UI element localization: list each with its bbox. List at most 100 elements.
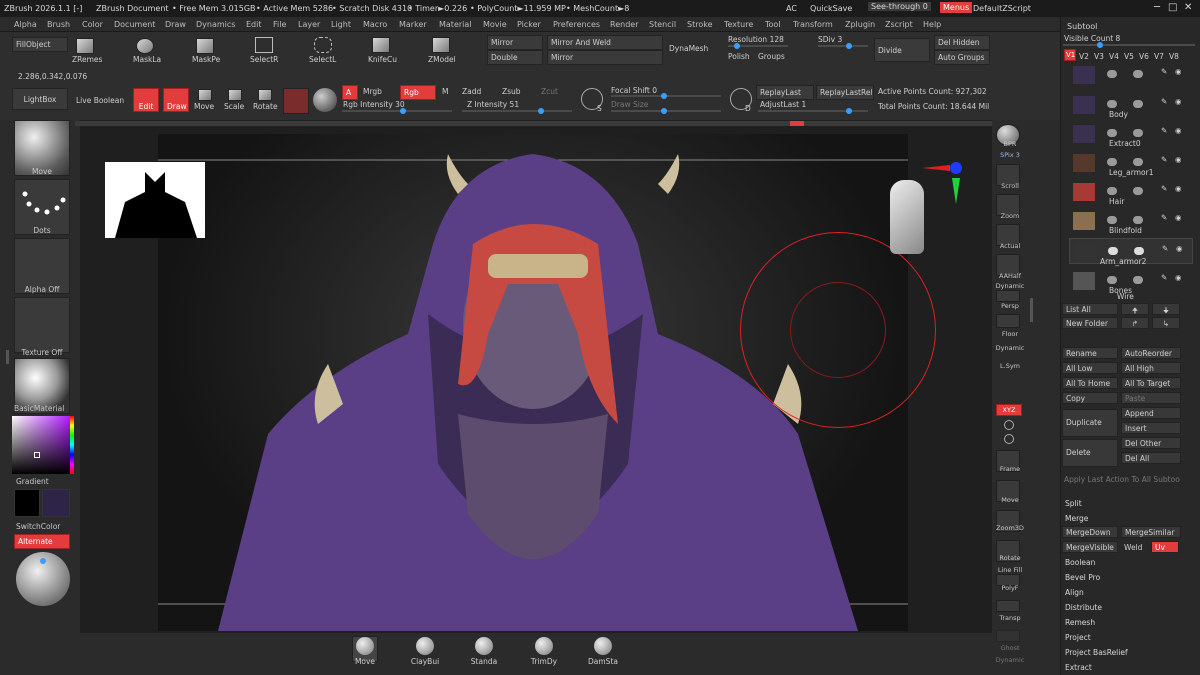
mergedown-button[interactable]: MergeDown <box>1062 526 1118 538</box>
new-folder-button[interactable]: New Folder <box>1062 317 1118 329</box>
menu-movie[interactable]: Movie <box>483 20 507 29</box>
color-picker[interactable] <box>12 416 70 474</box>
version-v5[interactable]: V5 <box>1124 52 1134 61</box>
autoreorder-button[interactable]: AutoReorder <box>1121 347 1181 359</box>
zmodeler-icon[interactable] <box>432 37 450 53</box>
subtool-row[interactable]: Extract0 ✎ ◉ <box>1069 121 1193 148</box>
menus-button[interactable]: Menus <box>940 2 973 13</box>
mirror-and-weld-button[interactable]: Mirror And Weld <box>547 35 663 50</box>
menu-alpha[interactable]: Alpha <box>14 20 37 29</box>
knife-curve-icon[interactable] <box>372 37 390 53</box>
all-to-target-button[interactable]: All To Target <box>1121 377 1181 389</box>
subtool-row[interactable]: Blindfold ✎ ◉ <box>1069 208 1193 235</box>
live-boolean-button[interactable]: Live Boolean <box>76 96 124 105</box>
project-section[interactable]: Project <box>1065 633 1091 642</box>
menu-help[interactable]: Help <box>923 20 941 29</box>
list-all-button[interactable]: List All <box>1062 303 1118 315</box>
apply-last-action-button[interactable]: Apply Last Action To All Subtoo <box>1064 475 1180 484</box>
toggle-icon[interactable] <box>1108 247 1118 255</box>
select-rect-icon[interactable] <box>255 37 273 53</box>
extract-section[interactable]: Extract <box>1065 663 1092 672</box>
z-intensity-slider[interactable]: Z Intensity 51 <box>467 100 519 109</box>
subtool-row[interactable]: ✎ ◉ <box>1069 62 1193 88</box>
polish-button[interactable]: Polish <box>728 52 750 61</box>
menu-macro[interactable]: Macro <box>363 20 387 29</box>
rotate-mode-button[interactable]: Rotate <box>253 102 278 111</box>
damstandard-brush-icon[interactable] <box>594 637 612 655</box>
zadd-button[interactable]: Zadd <box>462 87 481 96</box>
adjust-last-slider[interactable]: AdjustLast 1 <box>760 100 806 109</box>
all-high-button[interactable]: All High <box>1121 362 1181 374</box>
toggle-icon[interactable] <box>1107 129 1117 137</box>
zcut-button[interactable]: Zcut <box>541 87 558 96</box>
mirror-button[interactable]: Mirror <box>487 35 543 50</box>
uv-button[interactable]: Uv <box>1151 541 1179 553</box>
color-sphere-icon[interactable] <box>313 88 337 112</box>
mask-lasso-icon[interactable] <box>136 38 154 54</box>
del-all-button[interactable]: Del All <box>1121 452 1181 464</box>
bevel-pro-section[interactable]: Bevel Pro <box>1065 573 1100 582</box>
delete-button[interactable]: Delete <box>1062 439 1118 467</box>
toggle-icon[interactable] <box>1133 158 1143 166</box>
hue-strip[interactable] <box>70 416 74 474</box>
toggle-icon[interactable] <box>1107 70 1117 78</box>
visible-count-track[interactable] <box>1063 42 1195 48</box>
toggle-icon[interactable] <box>1133 276 1143 284</box>
copy-button[interactable]: Copy <box>1062 392 1118 404</box>
menu-render[interactable]: Render <box>610 20 638 29</box>
mergesimilar-button[interactable]: MergeSimilar <box>1121 526 1181 538</box>
sdiv-track[interactable] <box>818 43 868 49</box>
menu-brush[interactable]: Brush <box>47 20 70 29</box>
boolean-section[interactable]: Boolean <box>1065 558 1095 567</box>
brush-icon[interactable]: ✎ <box>1161 273 1167 282</box>
menu-texture[interactable]: Texture <box>724 20 753 29</box>
select-lasso-icon[interactable] <box>314 37 332 53</box>
toggle-icon[interactable] <box>1107 100 1117 108</box>
menu-zplugin[interactable]: Zplugin <box>845 20 875 29</box>
insert-button[interactable]: Insert <box>1121 422 1181 434</box>
eye-icon[interactable]: ◉ <box>1175 126 1182 135</box>
version-v2[interactable]: V2 <box>1079 52 1089 61</box>
distribute-section[interactable]: Distribute <box>1065 603 1102 612</box>
project-basrelief-section[interactable]: Project BasRelief <box>1065 648 1128 657</box>
brush-icon[interactable]: ✎ <box>1162 244 1168 253</box>
claybuildup-brush-icon[interactable] <box>416 637 434 655</box>
transp-button[interactable] <box>996 600 1020 612</box>
standard-brush-icon[interactable] <box>475 637 493 655</box>
matcap-sphere[interactable] <box>16 552 70 606</box>
del-hidden-button[interactable]: Del Hidden <box>934 35 990 50</box>
toggle-icon[interactable] <box>1107 158 1117 166</box>
remesh-section[interactable]: Remesh <box>1065 618 1095 627</box>
orientation-head-icon[interactable] <box>890 180 924 254</box>
eye-icon[interactable]: ◉ <box>1176 244 1183 253</box>
quicksave-button[interactable]: QuickSave <box>810 4 852 13</box>
brush-icon[interactable]: ✎ <box>1161 213 1167 222</box>
version-v3[interactable]: V3 <box>1094 52 1104 61</box>
scale-mode-button[interactable]: Scale <box>224 102 244 111</box>
eye-icon[interactable]: ◉ <box>1175 213 1182 222</box>
version-v6[interactable]: V6 <box>1139 52 1149 61</box>
default-zscript[interactable]: DefaultZScript <box>973 4 1031 13</box>
version-v4[interactable]: V4 <box>1109 52 1119 61</box>
menu-document[interactable]: Document <box>114 20 155 29</box>
split-section[interactable]: Split <box>1065 499 1082 508</box>
gizmo-z-axis[interactable] <box>950 162 962 174</box>
menu-light[interactable]: Light <box>331 20 351 29</box>
toggle-icon[interactable] <box>1133 100 1143 108</box>
eye-icon[interactable]: ◉ <box>1175 273 1182 282</box>
groups-button[interactable]: Groups <box>758 52 785 61</box>
divide-button[interactable]: Divide <box>874 38 930 62</box>
menu-draw[interactable]: Draw <box>165 20 186 29</box>
eye-icon[interactable]: ◉ <box>1175 184 1182 193</box>
append-button[interactable]: Append <box>1121 407 1181 419</box>
menu-picker[interactable]: Picker <box>517 20 541 29</box>
subtool-name-wire[interactable]: Wire <box>1117 292 1134 301</box>
version-v7[interactable]: V7 <box>1154 52 1164 61</box>
adjust-last-track[interactable] <box>758 108 868 114</box>
menu-material[interactable]: Material <box>439 20 472 29</box>
light-position-dot[interactable] <box>40 558 46 564</box>
rename-button[interactable]: Rename <box>1062 347 1118 359</box>
align-section[interactable]: Align <box>1065 588 1084 597</box>
menu-transform[interactable]: Transform <box>793 20 833 29</box>
double-button[interactable]: Double <box>487 50 543 65</box>
